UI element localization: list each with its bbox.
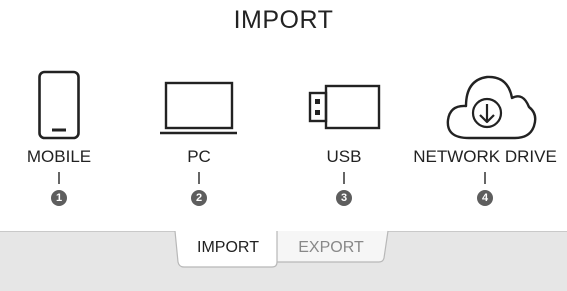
number-badge-1: 1 [51, 190, 67, 206]
source-label-mobile: MOBILE [26, 147, 92, 166]
connector-line [58, 172, 60, 184]
smartphone-icon [38, 70, 80, 140]
source-label-network-drive: NETWORK DRIVE [413, 147, 557, 166]
tab-import[interactable]: IMPORT [180, 237, 276, 259]
source-usb[interactable]: USB 3 [269, 62, 419, 212]
page-title: IMPORT [233, 6, 334, 34]
source-mobile[interactable]: MOBILE 1 [0, 62, 134, 212]
source-label-usb: USB [326, 147, 362, 166]
usb-drive-icon [308, 84, 381, 130]
laptop-icon [160, 81, 237, 135]
number-badge-2: 2 [191, 190, 207, 206]
cloud-download-icon [446, 75, 537, 140]
connector-line [484, 172, 486, 184]
connector-line [198, 172, 200, 184]
source-label-pc: PC [187, 147, 211, 166]
tab-export[interactable]: EXPORT [279, 237, 383, 259]
connector-line [343, 172, 345, 184]
number-badge-4: 4 [477, 190, 493, 206]
number-badge-3: 3 [336, 190, 352, 206]
source-pc[interactable]: PC 2 [124, 62, 274, 212]
source-network-drive[interactable]: NETWORK DRIVE 4 [410, 62, 560, 212]
